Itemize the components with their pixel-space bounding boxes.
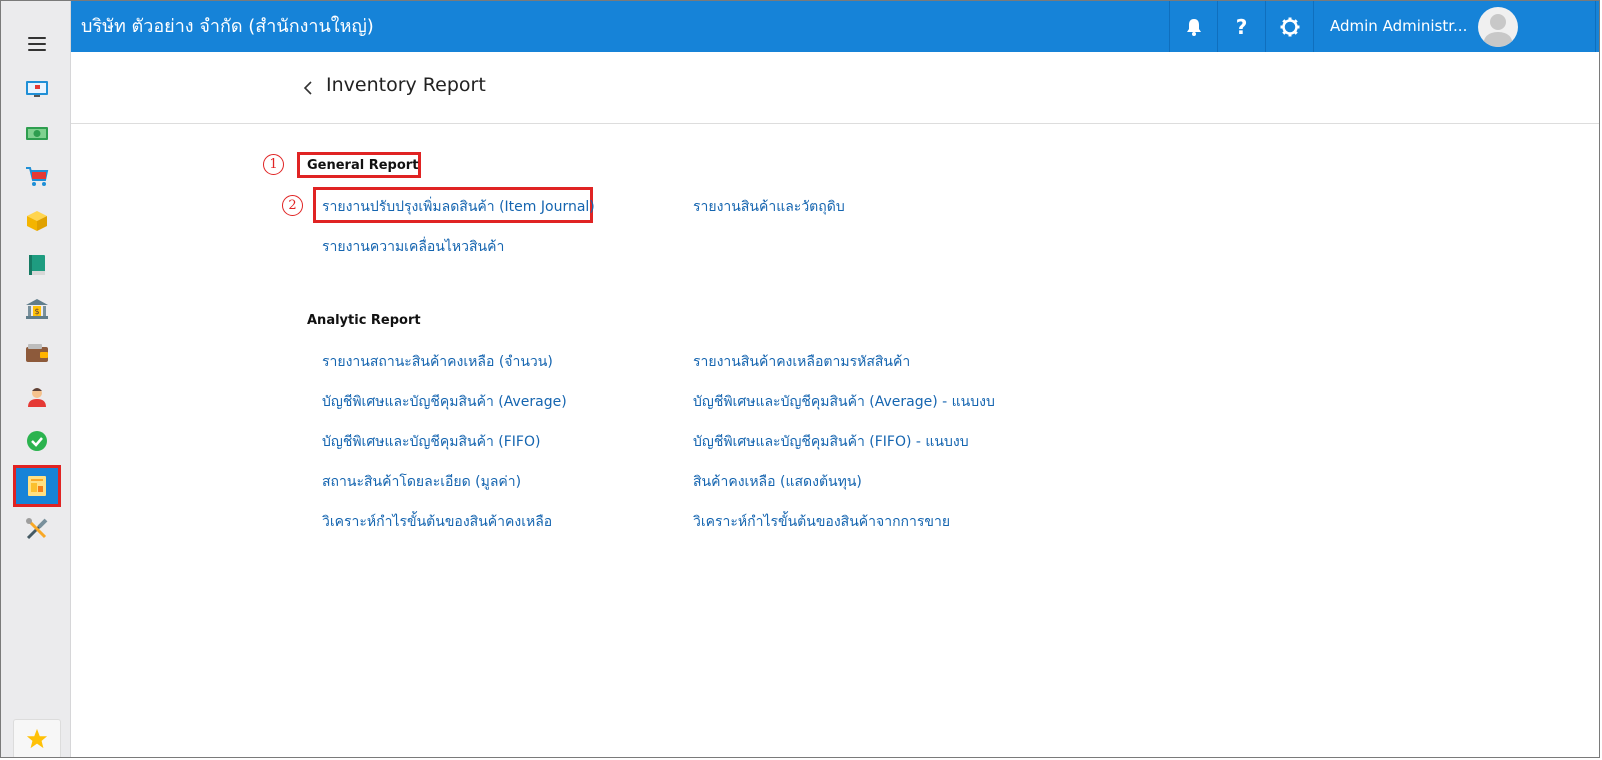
company-name[interactable]: บริษัท ตัวอย่าง จำกัด (สำนักงานใหญ่) xyxy=(81,1,374,52)
link-analytic-report[interactable]: วิเคราะห์กำไรขั้นต้นของสินค้าคงเหลือ xyxy=(322,511,552,533)
menu-toggle-icon[interactable] xyxy=(28,37,46,51)
link-analytic-report[interactable]: บัญชีพิเศษและบัญชีคุมสินค้า (FIFO) - แนบ… xyxy=(693,431,969,453)
logout-button[interactable] xyxy=(1595,1,1599,52)
tools-icon xyxy=(26,518,48,540)
page-title: Inventory Report xyxy=(326,74,486,96)
star-icon xyxy=(26,728,48,749)
people-icon xyxy=(28,388,46,407)
sidebar-item-inventory[interactable] xyxy=(13,201,61,241)
sidebar-item-approval[interactable] xyxy=(13,421,61,461)
link-analytic-report[interactable]: วิเคราะห์กำไรขั้นต้นของสินค้าจากการขาย xyxy=(693,511,950,533)
avatar[interactable] xyxy=(1478,7,1518,47)
sidebar: $ xyxy=(1,1,71,757)
general-report-title: General Report xyxy=(307,158,419,173)
sidebar-item-finance[interactable] xyxy=(13,113,61,153)
analytic-report-title: Analytic Report xyxy=(307,313,421,328)
sidebar-item-bank[interactable]: $ xyxy=(13,289,61,329)
book-icon xyxy=(29,255,45,275)
sidebar-item-wallet[interactable] xyxy=(13,333,61,373)
link-analytic-report[interactable]: สินค้าคงเหลือ (แสดงต้นทุน) xyxy=(693,471,862,493)
report-icon xyxy=(28,476,46,496)
notification-button[interactable] xyxy=(1169,1,1217,52)
bank-icon: $ xyxy=(26,299,48,319)
link-item-journal-report[interactable]: รายงานปรับปรุงเพิ่มลดสินค้า (Item Journa… xyxy=(322,196,595,218)
settings-button[interactable] xyxy=(1265,1,1313,52)
user-name: Admin Administr... xyxy=(1330,17,1468,35)
link-analytic-report[interactable]: บัญชีพิเศษและบัญชีคุมสินค้า (Average) xyxy=(322,391,567,413)
step-marker-1: 1 xyxy=(263,154,284,175)
app-window: $ บริษัท ตัวอย่าง จำกัด (สำนักงานใหญ่) ?… xyxy=(0,0,1600,758)
link-analytic-report[interactable]: บัญชีพิเศษและบัญชีคุมสินค้า (FIFO) xyxy=(322,431,540,453)
link-analytic-report[interactable]: บัญชีพิเศษและบัญชีคุมสินค้า (Average) - … xyxy=(693,391,995,413)
page-header: Inventory Report xyxy=(71,52,1599,124)
sidebar-item-settings-tools[interactable] xyxy=(13,509,61,549)
favorites-button[interactable] xyxy=(13,719,61,757)
wallet-icon xyxy=(26,344,48,362)
money-icon xyxy=(26,127,48,140)
help-button[interactable]: ? xyxy=(1217,1,1265,52)
link-stock-movement-report[interactable]: รายงานความเคลื่อนไหวสินค้า xyxy=(322,236,504,258)
link-analytic-report[interactable]: สถานะสินค้าโดยละเอียด (มูลค่า) xyxy=(322,471,521,493)
top-bar: บริษัท ตัวอย่าง จำกัด (สำนักงานใหญ่) ? A… xyxy=(71,1,1599,52)
link-analytic-report[interactable]: รายงานสถานะสินค้าคงเหลือ (จำนวน) xyxy=(322,351,553,373)
bell-icon xyxy=(1186,18,1201,36)
sidebar-item-dashboard[interactable] xyxy=(13,69,61,109)
cart-icon xyxy=(26,167,49,186)
chevron-left-icon[interactable] xyxy=(301,80,315,96)
user-menu[interactable]: Admin Administr... xyxy=(1313,1,1595,52)
sidebar-item-report[interactable] xyxy=(13,465,61,507)
monitor-icon xyxy=(26,81,48,97)
svg-text:$: $ xyxy=(34,307,39,316)
sidebar-item-accounting[interactable] xyxy=(13,245,61,285)
link-product-material-report[interactable]: รายงานสินค้าและวัตถุดิบ xyxy=(693,196,845,218)
gear-icon xyxy=(1280,17,1299,36)
sidebar-item-contacts[interactable] xyxy=(13,377,61,417)
question-icon: ? xyxy=(1235,14,1248,39)
check-icon xyxy=(27,431,47,451)
step-marker-2: 2 xyxy=(282,195,303,216)
link-analytic-report[interactable]: รายงานสินค้าคงเหลือตามรหัสสินค้า xyxy=(693,351,910,373)
sidebar-item-sales[interactable] xyxy=(13,157,61,197)
box-icon xyxy=(27,211,47,231)
